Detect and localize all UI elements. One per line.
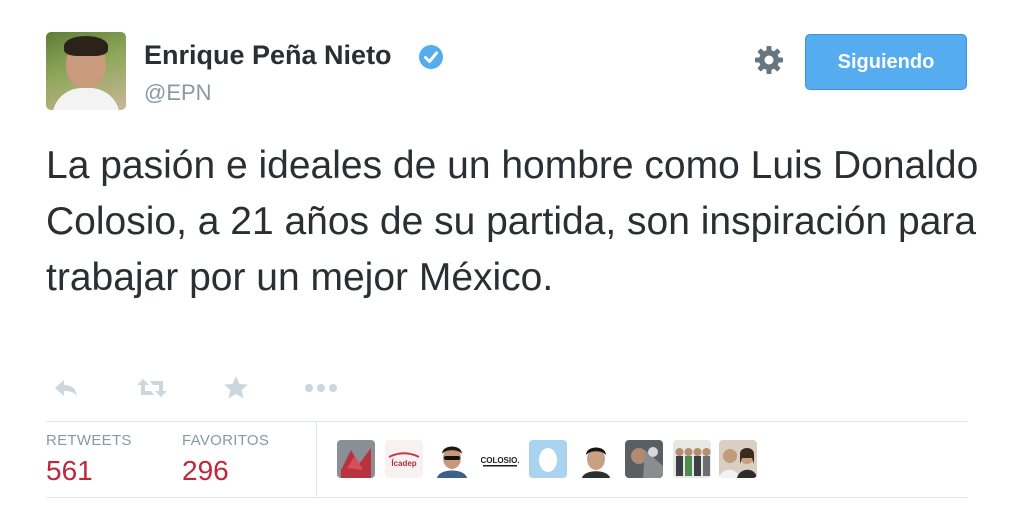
favoriter-badge-icadep: Ícadep xyxy=(391,459,416,468)
favoriter-avatar[interactable] xyxy=(337,440,375,478)
author-handle[interactable]: @EPN xyxy=(144,80,212,106)
avatar-shirt xyxy=(52,88,120,110)
retweet-icon xyxy=(137,379,167,397)
retweet-button[interactable] xyxy=(132,370,172,406)
favoriter-avatar[interactable] xyxy=(625,440,663,478)
star-icon xyxy=(224,376,248,399)
favoriter-avatar[interactable] xyxy=(719,440,757,478)
following-button[interactable]: Siguiendo xyxy=(805,34,967,90)
favoriter-avatar[interactable] xyxy=(577,440,615,478)
author-name[interactable]: Enrique Peña Nieto xyxy=(144,40,392,71)
reply-icon xyxy=(55,380,77,396)
retweets-count: 561 xyxy=(46,455,93,486)
more-button[interactable] xyxy=(301,370,341,406)
retweets-stat[interactable]: RETWEETS 561 xyxy=(46,432,132,487)
stats-separator xyxy=(316,422,317,498)
favoriter-avatar[interactable]: COLOSIO. xyxy=(481,440,519,478)
favorites-stat[interactable]: FAVORITOS 296 xyxy=(182,432,269,487)
favorites-count: 296 xyxy=(182,455,229,486)
reply-button[interactable] xyxy=(46,370,86,406)
stats-top-divider xyxy=(46,421,967,422)
more-icon xyxy=(305,384,337,392)
verified-badge-icon xyxy=(419,45,443,69)
favoriter-avatar[interactable] xyxy=(529,440,567,478)
gear-icon[interactable] xyxy=(753,44,785,76)
retweets-label: RETWEETS xyxy=(46,432,132,449)
avatar-hair xyxy=(64,36,108,56)
favorites-label: FAVORITOS xyxy=(182,432,270,449)
favorite-button[interactable] xyxy=(216,370,256,406)
favoriter-avatar[interactable]: Ícadep xyxy=(385,440,423,478)
favoriter-avatar[interactable] xyxy=(433,440,471,478)
stats-bottom-divider xyxy=(46,497,967,498)
author-avatar[interactable] xyxy=(46,32,126,110)
favoriter-avatar[interactable] xyxy=(673,440,711,478)
tweet-text: La pasión e ideales de un hombre como Lu… xyxy=(46,144,979,299)
favoriter-badge-colosio: COLOSIO. xyxy=(481,456,519,465)
